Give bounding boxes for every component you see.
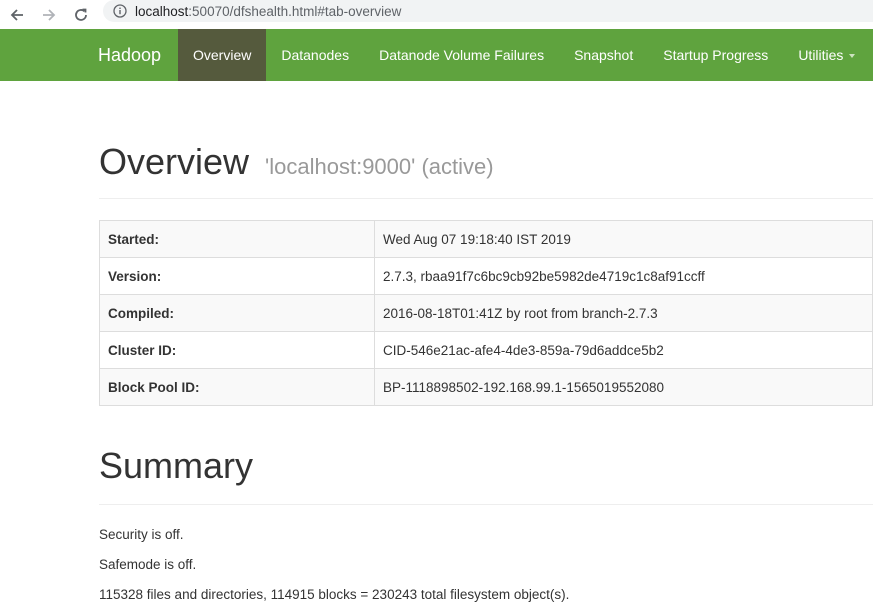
- browser-toolbar: localhost:50070/dfshealth.html#tab-overv…: [0, 0, 873, 29]
- tab-snapshot-label: Snapshot: [574, 47, 634, 63]
- reload-icon[interactable]: [70, 4, 92, 26]
- utilities-label: Utilities: [798, 47, 844, 63]
- brand-link[interactable]: Hadoop: [98, 29, 161, 81]
- tab-overview[interactable]: Overview: [178, 29, 267, 81]
- tab-startup-progress-label: Startup Progress: [663, 47, 769, 63]
- top-navbar: Hadoop Overview Datanodes Datanode Volum…: [0, 29, 873, 81]
- table-row: Started: Wed Aug 07 19:18:40 IST 2019: [99, 220, 873, 258]
- tab-datanode-volume-failures-label: Datanode Volume Failures: [379, 47, 545, 63]
- cluster-id-value: CID-546e21ac-afe4-4de3-859a-79d6addce5b2: [374, 331, 873, 369]
- block-pool-id-label: Block Pool ID:: [99, 368, 375, 406]
- caret-down-icon: [849, 54, 856, 59]
- block-pool-id-value: BP-1118898502-192.168.99.1-1565019552080: [374, 368, 873, 406]
- tab-snapshot[interactable]: Snapshot: [559, 29, 648, 81]
- table-row: Version: 2.7.3, rbaa91f7c6bc9cb92be5982d…: [99, 257, 873, 295]
- filesystem-objects-summary: 115328 files and directories, 114915 blo…: [99, 587, 570, 602]
- overview-title: Overview: [99, 141, 250, 182]
- started-label: Started:: [99, 220, 375, 258]
- summary-title: Summary: [99, 445, 254, 486]
- tab-datanode-volume-failures[interactable]: Datanode Volume Failures: [364, 29, 559, 81]
- compiled-value: 2016-08-18T01:41Z by root from branch-2.…: [374, 294, 873, 332]
- security-status: Security is off.: [99, 527, 184, 542]
- version-label: Version:: [99, 257, 375, 295]
- url-path: :50070/dfshealth.html#tab-overview: [188, 3, 402, 19]
- table-row: Block Pool ID: BP-1118898502-192.168.99.…: [99, 368, 873, 406]
- started-value: Wed Aug 07 19:18:40 IST 2019: [374, 220, 873, 258]
- safemode-status: Safemode is off.: [99, 557, 197, 572]
- table-row: Cluster ID: CID-546e21ac-afe4-4de3-859a-…: [99, 331, 873, 369]
- compiled-label: Compiled:: [99, 294, 375, 332]
- summary-header: Summary: [99, 445, 873, 505]
- tab-datanodes-label: Datanodes: [281, 47, 350, 63]
- namenode-address: 'localhost:9000' (active): [265, 154, 494, 179]
- page-title: Overview 'localhost:9000' (active): [99, 141, 873, 183]
- table-row: Compiled: 2016-08-18T01:41Z by root from…: [99, 294, 873, 332]
- forward-arrow-icon[interactable]: [38, 4, 60, 26]
- utilities-dropdown[interactable]: Utilities: [783, 29, 870, 81]
- tab-overview-label: Overview: [193, 47, 252, 63]
- address-bar[interactable]: localhost:50070/dfshealth.html#tab-overv…: [103, 0, 873, 22]
- overview-table: Started: Wed Aug 07 19:18:40 IST 2019 Ve…: [99, 220, 873, 406]
- nav-menu: Overview Datanodes Datanode Volume Failu…: [178, 29, 870, 81]
- cluster-id-label: Cluster ID:: [99, 331, 375, 369]
- tab-datanodes[interactable]: Datanodes: [266, 29, 364, 81]
- overview-header: Overview 'localhost:9000' (active): [99, 141, 873, 199]
- info-icon[interactable]: [113, 4, 127, 18]
- url-host: localhost: [135, 3, 189, 19]
- tab-startup-progress[interactable]: Startup Progress: [648, 29, 783, 81]
- version-value: 2.7.3, rbaa91f7c6bc9cb92be5982de4719c1c8…: [374, 257, 873, 295]
- back-arrow-icon[interactable]: [6, 4, 28, 26]
